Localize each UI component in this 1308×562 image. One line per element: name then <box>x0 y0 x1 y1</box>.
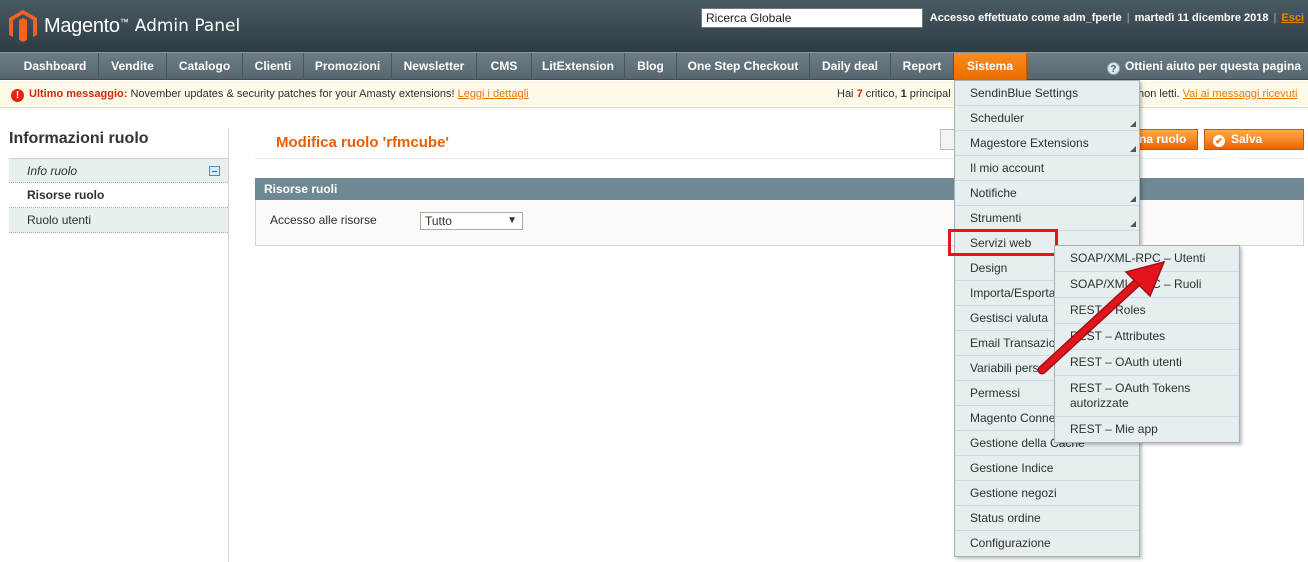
menu-item-sendinblue[interactable]: SendinBlue Settings <box>955 81 1139 106</box>
menu-label: Magento Conne <box>970 411 1056 425</box>
menu-label: Configurazione <box>970 536 1051 550</box>
submenu-arrow-icon <box>1130 121 1136 127</box>
menu-label: SendinBlue Settings <box>970 86 1079 100</box>
menu-label: Strumenti <box>970 211 1022 225</box>
menu-item-index[interactable]: Gestione Indice <box>955 456 1139 481</box>
submenu-arrow-icon <box>1130 221 1136 227</box>
logout-link[interactable]: Esci <box>1281 12 1304 24</box>
nav-blog[interactable]: Blog <box>625 53 677 80</box>
tab-ruolo-utenti[interactable]: Ruolo utenti <box>9 208 228 233</box>
nav-newsletter[interactable]: Newsletter <box>392 53 477 80</box>
magento-logo-icon <box>9 10 37 42</box>
nav-dashboard[interactable]: Dashboard <box>12 53 99 80</box>
help-link[interactable]: ? Ottieni aiuto per questa pagina <box>1106 53 1301 80</box>
critical-label: critico, <box>862 88 901 100</box>
magento-logo[interactable]: Magento ™ Admin Panel <box>8 8 240 44</box>
menu-item-stores[interactable]: Gestione negozi <box>955 481 1139 506</box>
delete-role-label: na ruolo <box>1139 132 1187 146</box>
dropdown-arrow-icon: ▼ <box>507 215 517 226</box>
message-text: November updates & security patches for … <box>130 88 455 100</box>
help-label: Ottieni aiuto per questa pagina <box>1124 59 1301 73</box>
save-role-button[interactable]: ✔ Salva ruolo <box>1204 129 1304 165</box>
brand-name: Magento <box>44 14 120 37</box>
menu-label: Magestore Extensions <box>970 136 1089 150</box>
menu-item-order-status[interactable]: Status ordine <box>955 506 1139 531</box>
menu-label: Importa/Esporta <box>970 286 1056 300</box>
latest-message: Ultimo messaggio: November updates & sec… <box>29 81 529 108</box>
nav-clienti[interactable]: Clienti <box>243 53 304 80</box>
sidebar: Informazioni ruolo Info ruolo Risorse ru… <box>9 130 228 233</box>
menu-label: Email Transazio <box>970 336 1056 350</box>
menu-label: Gestione negozi <box>970 486 1057 500</box>
tab-label: Ruolo utenti <box>27 213 92 227</box>
message-label: Ultimo messaggio: <box>29 88 128 100</box>
submenu-item-rest-oauth-users[interactable]: REST – OAuth utenti <box>1055 350 1239 376</box>
submenu-item-rest-oauth-tokens[interactable]: REST – OAuth Tokens autorizzate <box>1055 376 1239 417</box>
help-icon: ? <box>1106 62 1120 75</box>
menu-item-magestore[interactable]: Magestore Extensions <box>955 131 1139 156</box>
menu-label: Notifiche <box>970 186 1017 200</box>
main-nav: Dashboard Vendite Catalogo Clienti Promo… <box>0 52 1308 80</box>
fieldset-body <box>255 200 1304 246</box>
nav-report[interactable]: Report <box>891 53 954 80</box>
nav-catalogo[interactable]: Catalogo <box>167 53 243 80</box>
submenu-item-rest-roles[interactable]: REST – Roles <box>1055 298 1239 324</box>
submenu-item-rest-my-apps[interactable]: REST – Mie app <box>1055 417 1239 442</box>
unread-label: non letti. <box>1138 88 1180 100</box>
nav-cms[interactable]: CMS <box>477 53 532 80</box>
brand-subtitle: Admin Panel <box>134 16 241 36</box>
menu-label: Status ordine <box>970 511 1041 525</box>
servizi-web-submenu: SOAP/XML-RPC – Utenti SOAP/XML-RPC – Ruo… <box>1054 245 1240 443</box>
read-details-link[interactable]: Leggi i dettagli <box>458 88 529 100</box>
global-search-input[interactable] <box>701 8 923 28</box>
submenu-arrow-icon <box>1130 146 1136 152</box>
tab-risorse-ruolo[interactable]: Risorse ruolo <box>9 183 228 208</box>
menu-item-strumenti[interactable]: Strumenti <box>955 206 1139 231</box>
major-label: principal <box>906 88 951 100</box>
nav-one-step-checkout[interactable]: One Step Checkout <box>677 53 810 80</box>
fieldset-header: Risorse ruoli <box>255 178 1304 200</box>
menu-label: Permessi <box>970 386 1021 400</box>
inbox-link[interactable]: Vai ai messaggi ricevuti <box>1183 88 1298 100</box>
brand-trademark: ™ <box>119 17 129 27</box>
nav-sistema[interactable]: Sistema <box>954 53 1027 80</box>
menu-item-notifiche[interactable]: Notifiche <box>955 181 1139 206</box>
menu-label: Il mio account <box>970 161 1045 175</box>
nav-daily-deal[interactable]: Daily deal <box>810 53 891 80</box>
menu-label: Scheduler <box>970 111 1025 125</box>
submenu-arrow-icon <box>1130 196 1136 202</box>
sidebar-divider <box>228 128 229 562</box>
check-icon: ✔ <box>1213 135 1225 147</box>
header-date: martedì 11 dicembre 2018 <box>1134 12 1269 24</box>
submenu-item-soap-users[interactable]: SOAP/XML-RPC – Utenti <box>1055 246 1239 272</box>
menu-label: Gestione Indice <box>970 461 1054 475</box>
resource-access-label: Accesso alle risorse <box>270 213 377 227</box>
sidebar-title: Informazioni ruolo <box>9 130 149 147</box>
summary-prefix: Hai <box>837 88 857 100</box>
menu-item-my-account[interactable]: Il mio account <box>955 156 1139 181</box>
tab-label: Risorse ruolo <box>27 188 105 202</box>
header: Magento ™ Admin Panel Accesso effettuato… <box>0 0 1308 52</box>
menu-label: Gestisci valuta <box>970 311 1049 325</box>
menu-item-scheduler[interactable]: Scheduler <box>955 106 1139 131</box>
submenu-item-rest-attributes[interactable]: REST – Attributes <box>1055 324 1239 350</box>
menu-label: Variabili pers <box>970 361 1039 375</box>
warning-icon: ! <box>11 89 24 102</box>
title-divider <box>255 158 1304 159</box>
select-value: Tutto <box>425 214 452 228</box>
changed-state-icon <box>209 166 220 176</box>
menu-label: Design <box>970 261 1008 275</box>
nav-promozioni[interactable]: Promozioni <box>304 53 392 80</box>
tab-label: Info ruolo <box>27 164 78 178</box>
nav-vendite[interactable]: Vendite <box>99 53 167 80</box>
submenu-item-soap-roles[interactable]: SOAP/XML-RPC – Ruoli <box>1055 272 1239 298</box>
resource-access-select[interactable]: Tutto ▼ <box>420 212 523 230</box>
logged-in-label: Accesso effettuato come adm_fperle <box>929 12 1122 24</box>
tab-info-ruolo[interactable]: Info ruolo <box>9 158 228 183</box>
header-user-info: Accesso effettuato come adm_fperle | marte… <box>929 12 1304 24</box>
menu-item-configurazione[interactable]: Configurazione <box>955 531 1139 556</box>
page-title: Modifica ruolo 'rfmcube' <box>276 134 449 151</box>
highlight-box <box>948 229 1058 256</box>
nav-litextension[interactable]: LitExtension <box>532 53 625 80</box>
